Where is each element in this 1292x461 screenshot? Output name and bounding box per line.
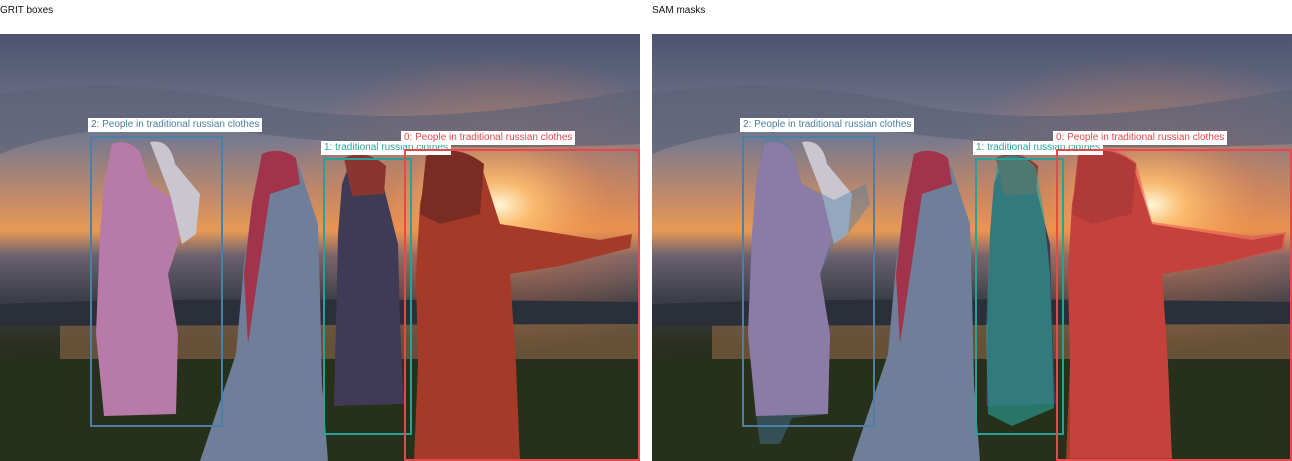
grit-box-1 <box>323 158 412 435</box>
sam-label-2: 2: People in traditional russian clothes <box>740 118 915 132</box>
grit-label-2: 2: People in traditional russian clothes <box>88 118 263 132</box>
grit-panel: 2: People in traditional russian clothes… <box>0 34 640 461</box>
sam-label-0: 0: People in traditional russian clothes <box>1053 131 1228 145</box>
sam-box-0 <box>1056 149 1292 461</box>
grit-box-2 <box>90 136 223 427</box>
panel-title-grit: GRIT boxes <box>0 5 54 16</box>
sam-panel: 2: People in traditional russian clothes… <box>652 34 1292 461</box>
grit-box-0 <box>404 149 640 461</box>
sam-box-1 <box>975 158 1064 435</box>
grit-label-0: 0: People in traditional russian clothes <box>401 131 576 145</box>
panel-title-sam: SAM masks <box>652 5 706 16</box>
sam-box-2 <box>742 136 875 427</box>
